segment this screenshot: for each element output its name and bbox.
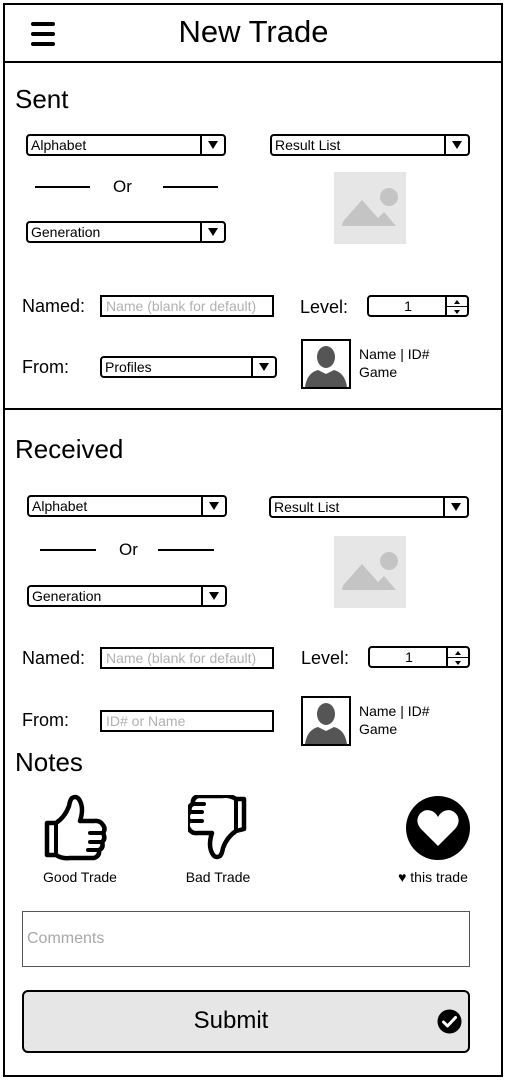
profile-game: Game: [359, 721, 398, 737]
received-from-label: From:: [22, 710, 69, 730]
sent-level-label: Level:: [300, 297, 349, 317]
submit-label: Submit: [193, 1007, 269, 1034]
submit-button[interactable]: Submit: [22, 990, 470, 1053]
received-named-label: Named:: [22, 648, 86, 668]
bad-trade-label: Bad Trade: [185, 869, 251, 885]
page-title: New Trade: [178, 14, 329, 49]
stepper-down-icon[interactable]: [447, 307, 467, 316]
sent-named-label: Named:: [22, 296, 86, 316]
select-value: Profiles: [105, 359, 152, 375]
good-trade-label: Good Trade: [43, 869, 117, 885]
or-divider-left: [40, 549, 96, 551]
sent-alphabet-select[interactable]: Alphabet: [26, 134, 226, 156]
avatar-icon: [301, 696, 351, 746]
profile-name: Name | ID#: [359, 346, 430, 362]
notes-section-title: Notes: [15, 747, 83, 777]
select-value: Generation: [31, 224, 101, 240]
stepper-value: 1: [405, 649, 413, 665]
received-result-list-select[interactable]: Result List: [269, 496, 469, 518]
received-generation-select[interactable]: Generation: [27, 585, 227, 607]
good-trade-button[interactable]: Good Trade: [30, 793, 130, 888]
select-value: Alphabet: [31, 137, 87, 153]
comments-textarea[interactable]: Comments: [22, 911, 470, 967]
chevron-down-icon: [443, 498, 467, 516]
avatar-icon: [301, 339, 351, 389]
thumbs-down-icon: [188, 795, 247, 860]
sent-generation-select[interactable]: Generation: [26, 221, 226, 243]
chevron-down-icon: [201, 587, 225, 605]
chevron-down-icon: [200, 223, 224, 241]
stepper-up-icon[interactable]: [447, 297, 467, 307]
or-label: Or: [113, 177, 132, 196]
sent-profile-info: Name | ID# Game: [359, 345, 430, 381]
received-from-input[interactable]: ID# or Name: [100, 710, 274, 732]
received-level-stepper[interactable]: 1: [368, 646, 470, 668]
sent-level-stepper[interactable]: 1: [367, 295, 469, 317]
section-divider: [3, 408, 503, 410]
received-alphabet-select[interactable]: Alphabet: [27, 495, 227, 517]
stepper-value: 1: [404, 298, 412, 314]
sent-name-input[interactable]: Name (blank for default): [100, 295, 274, 317]
chevron-down-icon: [444, 136, 468, 154]
love-trade-label: ♥ this trade: [398, 869, 468, 885]
sent-profiles-select[interactable]: Profiles: [100, 356, 277, 378]
stepper-down-icon[interactable]: [448, 658, 468, 667]
love-trade-button[interactable]: ♥ this trade: [388, 795, 488, 888]
profile-game: Game: [359, 364, 398, 380]
sent-result-list-select[interactable]: Result List: [270, 134, 470, 156]
select-value: Result List: [274, 499, 340, 515]
sent-section-title: Sent: [15, 84, 69, 114]
sent-from-label: From:: [22, 357, 69, 377]
stepper-up-icon[interactable]: [448, 648, 468, 658]
bad-trade-button[interactable]: Bad Trade: [168, 793, 268, 888]
thumbs-up-icon: [44, 794, 107, 861]
or-divider-left: [35, 186, 90, 188]
chevron-down-icon: [251, 358, 275, 376]
received-profile-info: Name | ID# Game: [359, 702, 430, 738]
or-divider-right: [163, 186, 218, 188]
or-divider-right: [158, 549, 214, 551]
profile-name: Name | ID#: [359, 703, 430, 719]
select-value: Generation: [32, 588, 102, 604]
heart-icon: [406, 796, 470, 860]
header-divider: [3, 61, 503, 63]
or-label: Or: [119, 540, 138, 559]
received-name-input[interactable]: Name (blank for default): [100, 647, 274, 669]
chevron-down-icon: [201, 497, 225, 515]
check-circle-icon: [437, 1009, 462, 1034]
received-section-title: Received: [15, 434, 124, 464]
image-placeholder-icon: [334, 172, 406, 244]
chevron-down-icon: [200, 136, 224, 154]
select-value: Alphabet: [32, 498, 88, 514]
received-level-label: Level:: [301, 648, 350, 668]
select-value: Result List: [275, 137, 341, 153]
image-placeholder-icon: [334, 536, 406, 608]
